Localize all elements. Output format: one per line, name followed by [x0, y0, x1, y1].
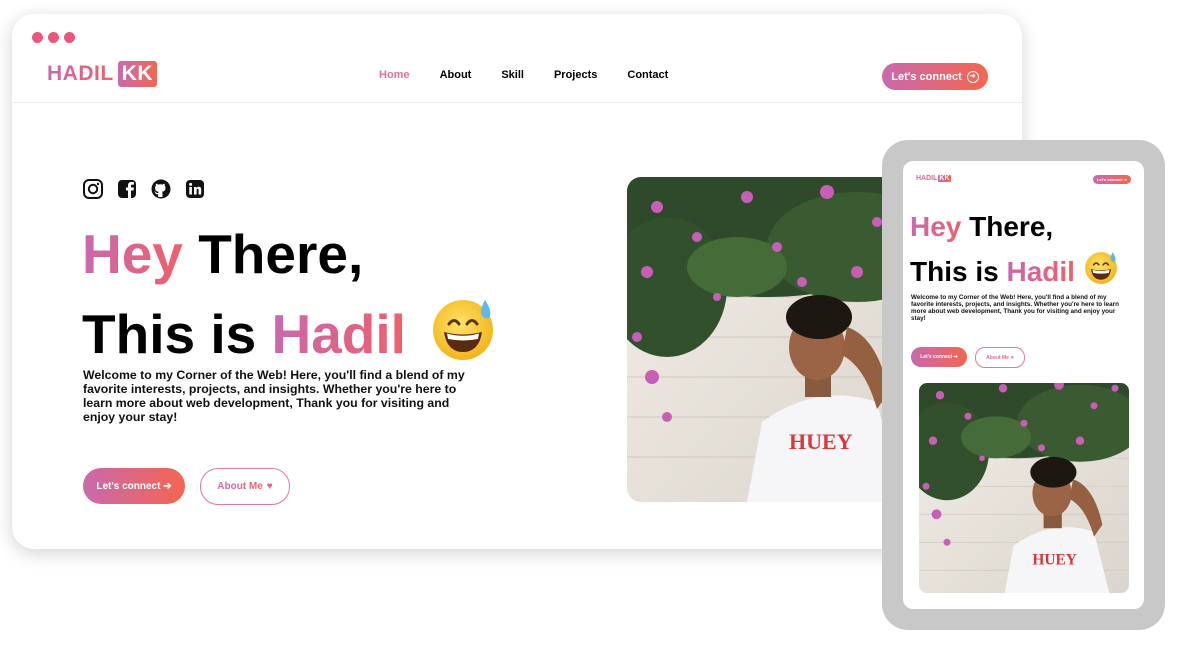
- arrow-circle-icon: ➜: [966, 70, 979, 83]
- main-nav: Home About Skill Projects Contact: [379, 69, 668, 81]
- github-icon[interactable]: [150, 178, 172, 200]
- tablet-headline-this-is: This is: [910, 255, 999, 287]
- tablet-hero-description: Welcome to my Corner of the Web! Here, y…: [911, 294, 1119, 322]
- grinning-sweat-emoji: [1083, 249, 1119, 298]
- tablet-logo-name: HADIL: [916, 175, 938, 182]
- headline-this-is: This is: [82, 303, 257, 366]
- nav-skill[interactable]: Skill: [501, 69, 524, 81]
- window-dot: [48, 32, 59, 43]
- arrow-right-icon: ➔: [160, 480, 172, 492]
- headline-there: There,: [198, 223, 364, 285]
- tablet-logo-badge: KK: [938, 175, 951, 182]
- hero-connect-label: Let's connect: [96, 480, 161, 492]
- heart-icon: ♥: [266, 481, 273, 492]
- hero-description: Welcome to my Corner of the Web! Here, y…: [83, 368, 465, 424]
- tablet-headline-hadil: Hadil: [1006, 255, 1075, 287]
- tablet-mockup: HADIL KK Let's connect ➜ Hey There, This…: [882, 140, 1165, 630]
- tablet-profile-photo: [919, 383, 1129, 593]
- tablet-header-connect-button[interactable]: Let's connect ➜: [1093, 175, 1131, 184]
- heart-icon: ♥: [1010, 354, 1014, 361]
- nav-home[interactable]: Home: [379, 69, 410, 81]
- tablet-headline-line-1: Hey There,: [910, 205, 1119, 249]
- instagram-icon[interactable]: [82, 178, 104, 200]
- tablet-hero-headline: Hey There, This is Hadil: [910, 205, 1119, 298]
- nav-projects[interactable]: Projects: [554, 69, 597, 81]
- headline-hadil: Hadil: [271, 303, 406, 366]
- about-me-label: About Me: [217, 481, 263, 492]
- tablet-headline-hey: Hey: [910, 211, 962, 242]
- arrow-circle-icon: ➜: [1122, 177, 1128, 182]
- logo-badge: KK: [117, 61, 158, 87]
- logo[interactable]: HADIL KK: [47, 61, 158, 87]
- logo-name: HADIL: [47, 62, 114, 85]
- hero-connect-button[interactable]: Let's connect ➔: [83, 468, 185, 504]
- tablet-about-me-button[interactable]: About Me ♥: [975, 347, 1025, 368]
- tablet-connect-label: Let's connect: [920, 354, 953, 360]
- nav-contact[interactable]: Contact: [627, 69, 668, 81]
- window-controls: [32, 32, 75, 43]
- window-dot: [32, 32, 43, 43]
- header-connect-button[interactable]: Let's connect ➜: [882, 63, 988, 90]
- tablet-screen: HADIL KK Let's connect ➜ Hey There, This…: [903, 161, 1144, 609]
- tablet-header-connect-label: Let's connect: [1096, 177, 1123, 182]
- arrow-right-icon: ➔: [952, 354, 958, 360]
- tablet-headline-line-2: This is Hadil: [910, 249, 1119, 298]
- header-connect-label: Let's connect: [891, 70, 962, 83]
- hero-headline: Hey There, This is Hadil: [82, 214, 497, 383]
- desktop-mockup: HADIL KK Home About Skill Projects Conta…: [12, 14, 1022, 549]
- facebook-icon[interactable]: [116, 178, 138, 200]
- tablet-about-me-label: About Me: [986, 354, 1009, 361]
- tablet-headline-there: There,: [969, 211, 1054, 242]
- tablet-logo[interactable]: HADIL KK: [916, 175, 951, 182]
- headline-hey: Hey: [82, 223, 183, 285]
- linkedin-icon[interactable]: [184, 178, 206, 200]
- headline-line-1: Hey There,: [82, 214, 497, 294]
- nav-about[interactable]: About: [440, 69, 472, 81]
- social-links: [82, 178, 206, 200]
- tablet-connect-button[interactable]: Let's connect ➔: [911, 347, 967, 367]
- window-dot: [64, 32, 75, 43]
- about-me-button[interactable]: About Me ♥: [200, 468, 290, 505]
- header-divider: [12, 102, 1022, 103]
